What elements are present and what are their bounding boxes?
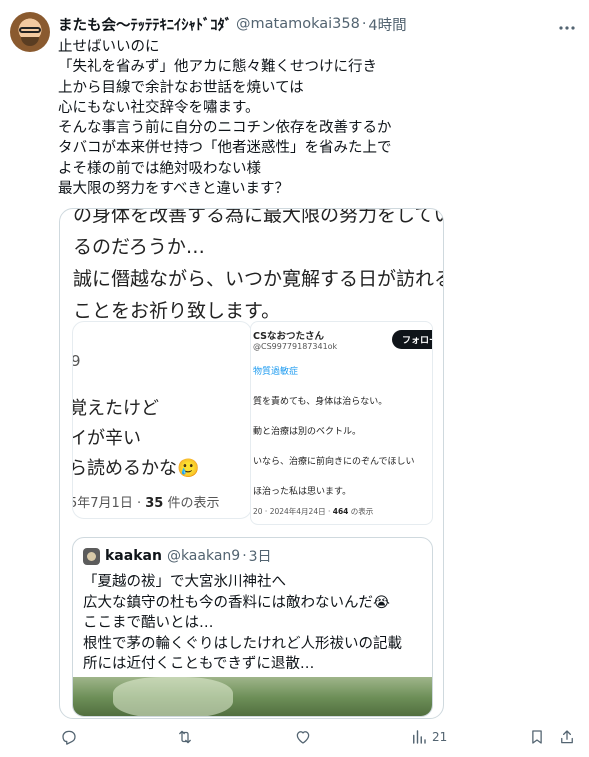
tweet-text-line: そんな事言う前に自分のニコチン依存を改善するか	[58, 120, 392, 137]
quote-text-line: の身体を改善する為に最大限の努力をしてい	[73, 208, 444, 226]
nested-avatar	[83, 547, 100, 565]
embedded-line: 覚えたけど	[72, 398, 159, 419]
embedded-footer-prefix: 20 · 2024年4月24日 ·	[253, 507, 333, 516]
tweet[interactable]: またも会〜ﾃｯﾃﾃｷﾆｲｼｬﾄﾞｺﾀﾞ @matamokai358 · 4時間 …	[0, 0, 589, 757]
embedded-line: 物質過敏症	[253, 367, 299, 377]
views-count: 21	[432, 730, 448, 744]
embedded-line: 質を責めても、身体は治らない。	[253, 397, 388, 407]
embedded-follow-button: フォロー	[392, 330, 432, 349]
bookmark-icon[interactable]	[528, 728, 546, 746]
nested-quote-text: 「夏越の祓」で大宮氷川神社へ 広大な鎮守の杜も今の香料には敵わないんだ😭 ここま…	[83, 572, 402, 675]
nested-text-line: 所には近付くこともできずに退散…	[83, 656, 315, 672]
tweet-text-line: よそ様の前では絶対吸わない様	[58, 160, 261, 177]
quote-text-line: 誠に僭越ながら、いつか寛解する日が訪れる	[73, 268, 444, 290]
nested-quote-header: kaakan @kaakan9 · 3日	[83, 546, 272, 566]
nested-text-line: 「夏越の祓」で大宮氷川神社へ	[83, 574, 286, 590]
quote-image-text: の身体を改善する為に最大限の努力をしてい るのだろうか… 誠に僭越ながら、いつか…	[73, 208, 444, 327]
action-bar: 21	[0, 728, 589, 756]
embedded-name: CSなおつたさん	[253, 331, 324, 342]
nested-author-name: kaakan	[105, 548, 162, 564]
views-icon	[410, 728, 428, 746]
share-icon[interactable]	[558, 728, 576, 746]
author-handle[interactable]: @matamokai358	[236, 16, 360, 32]
more-icon[interactable]	[558, 16, 576, 35]
embedded-views-count: 35	[145, 496, 164, 511]
nested-text-line: 根性で茅の輪くぐりはしたけれど人形祓いの記載	[83, 635, 402, 652]
nested-author-handle: @kaakan9	[166, 548, 241, 564]
tweet-header: またも会〜ﾃｯﾃﾃｷﾆｲｼｬﾄﾞｺﾀﾞ @matamokai358 · 4時間	[58, 14, 407, 34]
nested-text-line: 広大な鎮守の杜も今の香料には敵わないんだ😭	[83, 594, 390, 611]
embedded-footer-suffix: の表示	[348, 507, 374, 516]
views-button[interactable]: 21	[410, 728, 447, 746]
avatar-glasses	[19, 27, 41, 33]
separator-dot: ·	[361, 16, 367, 32]
nested-time: 3日	[248, 549, 272, 565]
tweet-text-line: 「失礼を省みず」他アカに態々難くせつけに行き	[58, 59, 377, 76]
author-name[interactable]: またも会〜ﾃｯﾃﾃｷﾆｲｼｬﾄﾞｺﾀﾞ	[58, 14, 232, 35]
avatar-beard	[21, 37, 39, 46]
embedded-screenshot-right: CSなおつたさん @CS99779187341ok フォロー 物質過敏症 質を責…	[250, 321, 433, 525]
nested-text-line: ここまで酷いとは…	[83, 615, 214, 631]
embedded-footer-views: 464	[332, 507, 349, 516]
tweet-text-line: 最大限の努力をすべきと違います？	[58, 181, 289, 198]
like-icon[interactable]	[294, 728, 312, 746]
embedded-line: ら読めるかな🥲	[72, 458, 200, 479]
tweet-text-line: 止せばいいのに	[58, 39, 160, 55]
quote-text-line: るのだろうか…	[73, 236, 205, 258]
tweet-text: 止せばいいのに 「失礼を省みず」他アカに態々難くせつけに行き 上から目線で余計な…	[58, 37, 578, 199]
embedded-views-label: 件の表示	[163, 496, 220, 511]
tweet-text-line: 心にもない社交辞令を嘯ます。	[58, 99, 260, 116]
separator-dot: ·	[242, 548, 247, 564]
embedded-footer: 20 · 2024年4月24日 · 464 の表示	[253, 506, 373, 517]
retweet-icon[interactable]	[176, 728, 194, 746]
embedded-line: イが辛い	[72, 428, 141, 449]
embedded-handle: @CS99779187341ok	[253, 342, 338, 351]
nested-photo[interactable]	[73, 677, 432, 716]
nested-quote[interactable]: kaakan @kaakan9 · 3日 「夏越の祓」で大宮氷川神社へ 広大な鎮…	[72, 537, 433, 717]
reply-icon[interactable]	[60, 728, 78, 746]
embedded-meta: 5年7月1日 · 35 件の表示	[72, 492, 220, 511]
embedded-line: 9	[73, 352, 81, 370]
tweet-text-line: タバコが本来併せ持つ「他者迷惑性」を省みた上で	[58, 140, 392, 157]
embedded-line: 動と治療は別のベクトル。	[253, 427, 362, 437]
embedded-screenshot-left: 9 覚えたけど イが辛い ら読めるかな🥲 5年7月1日 · 35 件の表示	[72, 321, 252, 519]
tweet-time[interactable]: 4時間	[368, 14, 406, 35]
quote-card[interactable]: の身体を改善する為に最大限の努力をしてい るのだろうか… 誠に僭越ながら、いつか…	[59, 208, 444, 719]
embedded-line: ほ治った私は思います。	[253, 487, 352, 497]
tweet-text-line: 上から目線で余計なお世話を焼いては	[58, 79, 304, 96]
embedded-date: 5年7月1日 ·	[72, 496, 146, 511]
avatar[interactable]	[10, 12, 50, 52]
embedded-line: いなら、治療に前向きにのぞんでほしい	[253, 457, 415, 467]
